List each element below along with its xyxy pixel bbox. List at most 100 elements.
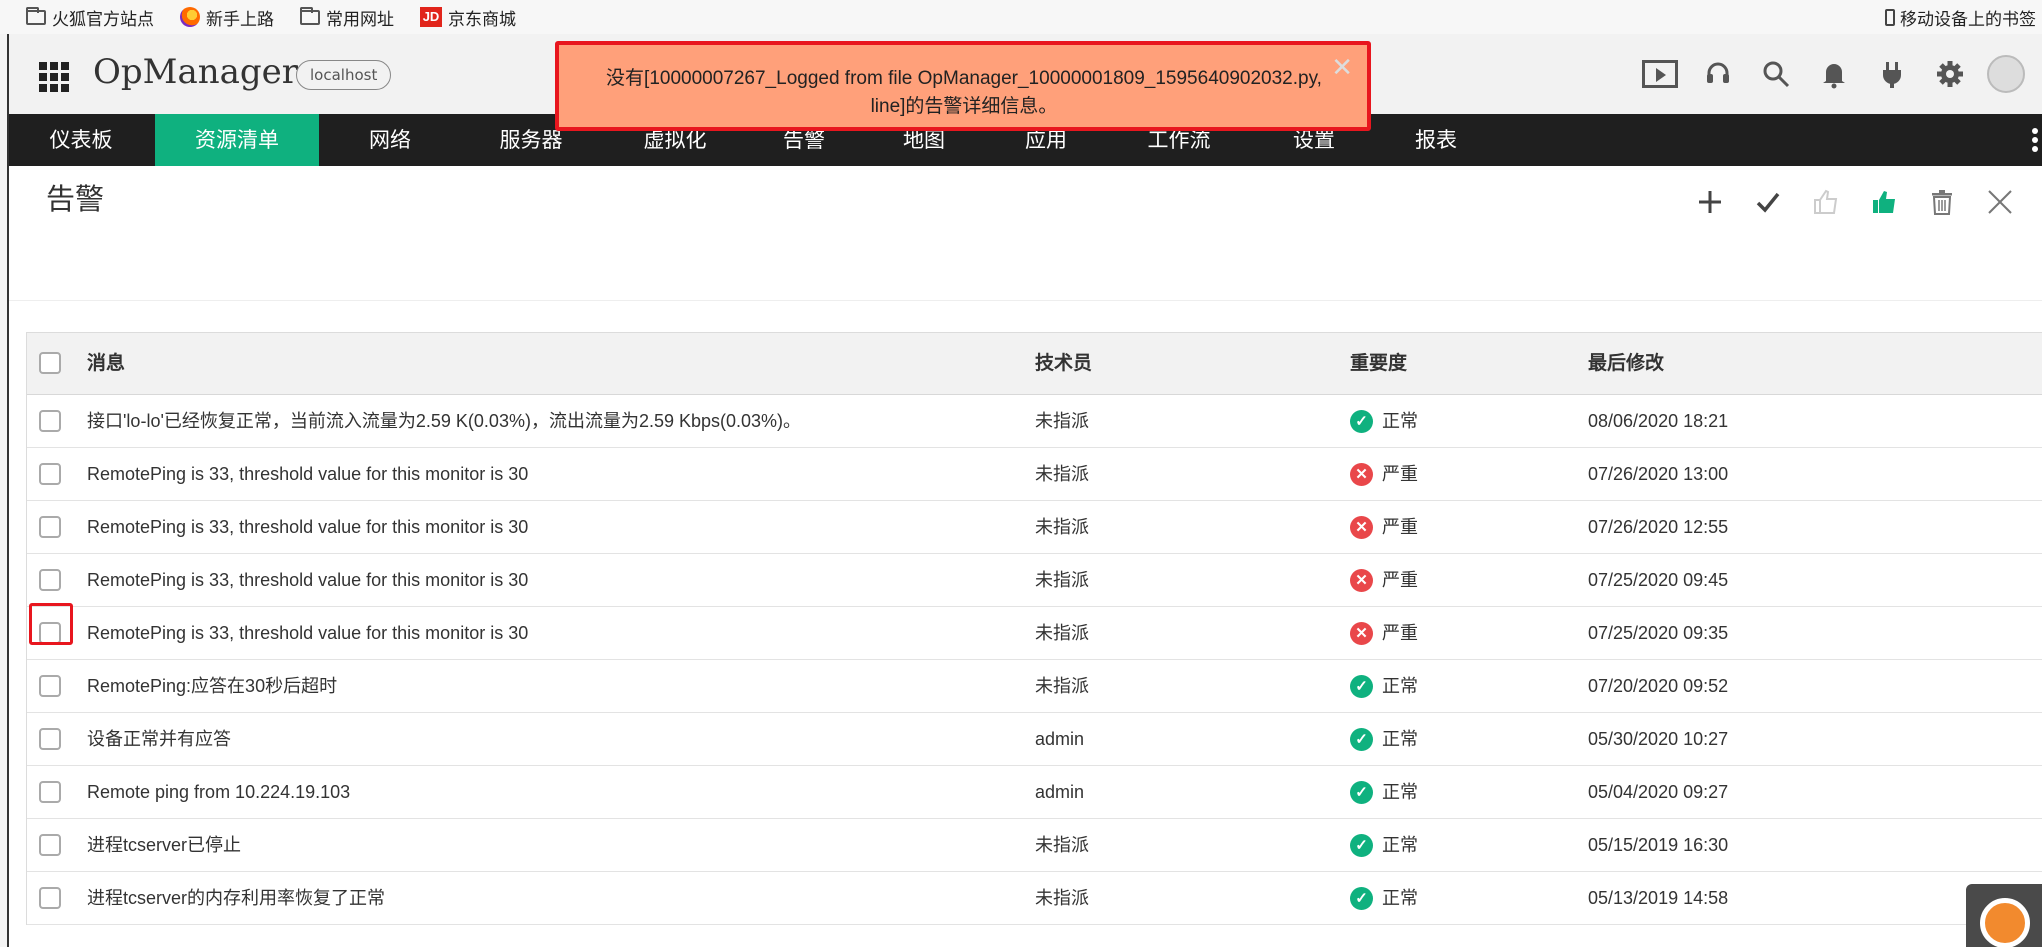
row-message[interactable]: Remote ping from 10.224.19.103 — [87, 766, 350, 818]
checkbox-highlight — [29, 603, 73, 645]
row-message[interactable]: 进程tcserver已停止 — [87, 819, 241, 871]
table-row[interactable]: RemotePing is 33, threshold value for th… — [27, 607, 2042, 660]
close-icon[interactable]: ✕ — [1331, 53, 1353, 83]
table-row[interactable]: RemotePing is 33, threshold value for th… — [27, 448, 2042, 501]
widget-icon — [1980, 898, 2030, 947]
row-checkbox[interactable] — [39, 887, 61, 909]
row-last-modified: 07/26/2020 13:00 — [1588, 464, 1729, 484]
table-row[interactable]: 进程tcserver已停止 未指派 ✓ 正常 05/15/2019 16:30 — [27, 819, 2042, 872]
row-message[interactable]: 进程tcserver的内存利用率恢复了正常 — [87, 872, 385, 924]
severity-label: 正常 — [1382, 729, 1418, 749]
table-row[interactable]: 进程tcserver的内存利用率恢复了正常 未指派 ✓ 正常 05/13/2019 14… — [27, 872, 2042, 925]
corner-widget[interactable] — [1966, 884, 2042, 947]
row-severity: ✕ 严重 — [1350, 501, 1418, 553]
row-last-modified: 05/30/2020 10:27 — [1588, 729, 1729, 749]
plug-icon[interactable] — [1871, 53, 1913, 95]
row-severity: ✕ 严重 — [1350, 448, 1418, 500]
nav-network[interactable]: 网络 — [329, 114, 451, 166]
row-technician: 未指派 — [1035, 570, 1089, 590]
headset-icon[interactable] — [1697, 53, 1739, 95]
severity-label: 正常 — [1382, 835, 1418, 855]
row-technician: 未指派 — [1035, 676, 1089, 696]
row-message[interactable]: RemotePing is 33, threshold value for th… — [87, 554, 528, 606]
severity-label: 严重 — [1382, 464, 1418, 484]
bookmark-common-sites[interactable]: 常用网址 — [300, 5, 394, 30]
row-checkbox[interactable] — [39, 728, 61, 750]
ok-check-icon: ✓ — [1350, 780, 1373, 804]
row-technician: admin — [1035, 729, 1085, 749]
table-row[interactable]: RemotePing:应答在30秒后超时 未指派 ✓ 正常 07/20/2020 09:… — [27, 660, 2042, 713]
row-last-modified: 05/15/2019 16:30 — [1588, 835, 1729, 855]
table-row[interactable]: RemotePing is 33, threshold value for th… — [27, 554, 2042, 607]
row-last-modified: 05/04/2020 09:27 — [1588, 782, 1729, 802]
row-technician: 未指派 — [1035, 517, 1089, 537]
ok-check-icon: ✓ — [1350, 727, 1373, 751]
row-severity: ✕ 严重 — [1350, 607, 1418, 659]
header-technician[interactable]: 技术员 — [1035, 333, 1092, 394]
row-message[interactable]: RemotePing:应答在30秒后超时 — [87, 660, 337, 712]
row-message[interactable]: RemotePing is 33, threshold value for th… — [87, 607, 528, 659]
table-row[interactable]: 接口'lo-lo'已经恢复正常，当前流入流量为2.59 K(0.03%)，流出流… — [27, 395, 2042, 448]
nav-inventory[interactable]: 资源清单 — [155, 114, 319, 166]
severity-label: 正常 — [1382, 782, 1418, 802]
row-checkbox[interactable] — [39, 463, 61, 485]
bookmark-firefox-site[interactable]: 火狐官方站点 — [26, 5, 154, 30]
user-avatar[interactable] — [1987, 55, 2025, 93]
table-row[interactable]: RemotePing is 33, threshold value for th… — [27, 501, 2042, 554]
add-button[interactable] — [1690, 182, 1730, 222]
row-message[interactable]: RemotePing is 33, threshold value for th… — [87, 501, 528, 553]
toast-message: 没有[10000007267_Logged from file OpManage… — [606, 68, 1322, 117]
row-checkbox[interactable] — [39, 516, 61, 538]
mobile-bookmarks[interactable]: 移动设备上的书签 — [1885, 0, 2036, 34]
severity-label: 严重 — [1382, 570, 1418, 590]
header-severity[interactable]: 重要度 — [1350, 333, 1407, 394]
row-severity: ✓ 正常 — [1350, 395, 1418, 447]
gear-icon[interactable] — [1929, 53, 1971, 95]
row-checkbox[interactable] — [39, 781, 61, 803]
severity-label: 正常 — [1382, 411, 1418, 431]
close-icon[interactable] — [1980, 182, 2020, 222]
search-icon[interactable] — [1755, 53, 1797, 95]
ok-check-icon: ✓ — [1350, 833, 1373, 857]
row-checkbox[interactable] — [39, 410, 61, 432]
row-last-modified: 07/26/2020 12:55 — [1588, 517, 1729, 537]
bookmark-jd[interactable]: JD 京东商城 — [420, 5, 516, 30]
nav-reports[interactable]: 报表 — [1381, 114, 1491, 166]
bookmark-label: 常用网址 — [326, 9, 394, 30]
header-message[interactable]: 消息 — [87, 333, 125, 394]
row-checkbox[interactable] — [39, 834, 61, 856]
bell-icon[interactable] — [1813, 53, 1855, 95]
bookmark-getting-started[interactable]: 新手上路 — [180, 5, 274, 30]
bookmark-label: 京东商城 — [448, 9, 516, 30]
critical-icon: ✕ — [1350, 621, 1373, 645]
row-severity: ✓ 正常 — [1350, 660, 1418, 712]
row-message[interactable]: 设备正常并有应答 — [87, 713, 231, 765]
thumbs-up-filled-icon[interactable] — [1864, 182, 1904, 222]
row-severity: ✓ 正常 — [1350, 713, 1418, 765]
row-message[interactable]: RemotePing is 33, threshold value for th… — [87, 448, 528, 500]
critical-icon: ✕ — [1350, 515, 1373, 539]
more-menu-icon[interactable] — [2032, 128, 2038, 152]
trash-icon[interactable] — [1922, 182, 1962, 222]
row-checkbox[interactable] — [39, 675, 61, 697]
check-icon[interactable] — [1748, 182, 1788, 222]
alarm-actions — [1690, 182, 2038, 222]
thumbs-up-outline-icon[interactable] — [1806, 182, 1846, 222]
select-all-checkbox[interactable] — [39, 352, 61, 374]
header-last-modified[interactable]: 最后修改 — [1588, 333, 1664, 394]
nav-dashboard[interactable]: 仪表板 — [9, 114, 153, 166]
table-row[interactable]: 设备正常并有应答 admin ✓ 正常 05/30/2020 10:27 — [27, 713, 2042, 766]
presentation-icon[interactable] — [1639, 53, 1681, 95]
row-last-modified: 05/13/2019 14:58 — [1588, 888, 1729, 908]
severity-label: 正常 — [1382, 676, 1418, 696]
row-last-modified: 08/06/2020 18:21 — [1588, 411, 1729, 431]
row-checkbox[interactable] — [39, 569, 61, 591]
table-row[interactable]: Remote ping from 10.224.19.103 admin ✓ 正常 05… — [27, 766, 2042, 819]
mobile-bookmarks-label: 移动设备上的书签 — [1900, 9, 2036, 30]
ok-check-icon: ✓ — [1350, 886, 1373, 910]
host-badge[interactable]: localhost — [296, 60, 392, 90]
app-grid-icon[interactable] — [39, 62, 69, 92]
row-message[interactable]: 接口'lo-lo'已经恢复正常，当前流入流量为2.59 K(0.03%)，流出流… — [87, 395, 801, 447]
critical-icon: ✕ — [1350, 568, 1373, 592]
row-severity: ✓ 正常 — [1350, 766, 1418, 818]
